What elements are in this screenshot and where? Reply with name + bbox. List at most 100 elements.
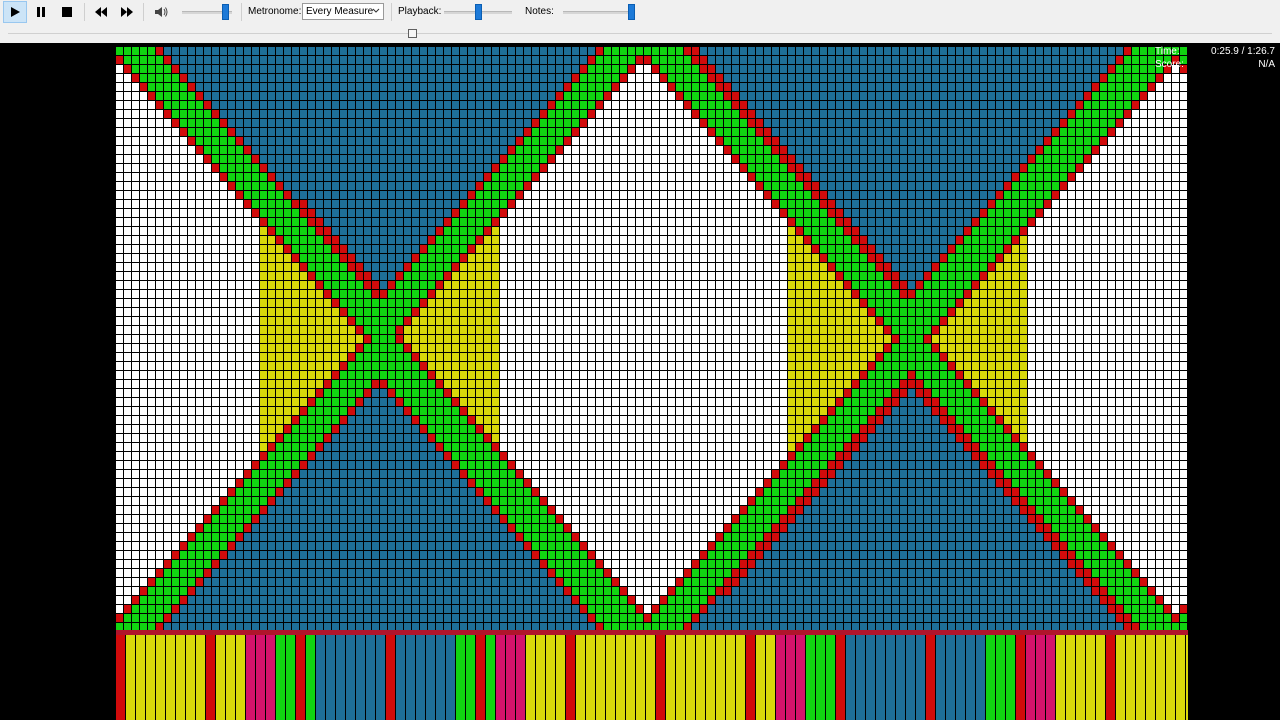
piano-key xyxy=(416,635,425,720)
piano-key xyxy=(326,635,335,720)
chevron-down-icon xyxy=(372,8,380,13)
piano-key xyxy=(976,635,985,720)
piano-keyboard xyxy=(116,630,1188,720)
piano-key xyxy=(586,635,595,720)
piano-key xyxy=(1126,635,1135,720)
piano-key xyxy=(836,635,845,720)
time-label: Time: xyxy=(1155,46,1180,57)
metronome-dropdown[interactable]: Every Measure xyxy=(302,3,384,20)
falling-notes-area xyxy=(116,47,1187,630)
toolbar-separator xyxy=(84,3,85,21)
seek-bar-track[interactable] xyxy=(8,33,1272,34)
piano-key xyxy=(1076,635,1085,720)
fast-forward-button[interactable] xyxy=(115,1,139,23)
piano-key xyxy=(1146,635,1155,720)
stop-button[interactable] xyxy=(55,1,79,23)
metronome-selected-value: Every Measure xyxy=(306,6,374,17)
piano-key xyxy=(376,635,385,720)
piano-key xyxy=(1006,635,1015,720)
play-icon xyxy=(11,7,20,17)
piano-key xyxy=(906,635,915,720)
piano-key xyxy=(716,635,725,720)
piano-key xyxy=(1026,635,1035,720)
toolbar-separator xyxy=(241,3,242,21)
piano-key xyxy=(736,635,745,720)
piano-key xyxy=(456,635,465,720)
piano-key xyxy=(1036,635,1045,720)
piano-key xyxy=(236,635,245,720)
piano-key xyxy=(396,635,405,720)
piano-key xyxy=(276,635,285,720)
piano-key xyxy=(466,635,475,720)
piano-key xyxy=(616,635,625,720)
piano-key xyxy=(286,635,295,720)
volume-slider-thumb[interactable] xyxy=(221,4,229,20)
piano-key xyxy=(1046,635,1055,720)
piano-key xyxy=(426,635,435,720)
piano-key xyxy=(786,635,795,720)
piano-key xyxy=(526,635,535,720)
notes-slider-thumb[interactable] xyxy=(628,4,635,20)
piano-key xyxy=(536,635,545,720)
piano-key xyxy=(136,635,145,720)
piano-key xyxy=(886,635,895,720)
piano-key xyxy=(306,635,315,720)
time-value: 0:25.9 / 1:26.7 xyxy=(1211,46,1275,57)
piano-key xyxy=(726,635,735,720)
seek-bar-thumb[interactable] xyxy=(408,29,417,38)
stats-hud: Time: 0:25.9 / 1:26.7 Score: N/A xyxy=(1150,45,1280,73)
piano-key xyxy=(246,635,255,720)
piano-key xyxy=(1056,635,1065,720)
pause-icon xyxy=(37,7,45,17)
volume-button[interactable] xyxy=(149,1,173,23)
piano-key xyxy=(926,635,935,720)
pause-button[interactable] xyxy=(29,1,53,23)
piano-key xyxy=(816,635,825,720)
piano-key xyxy=(606,635,615,720)
piano-key xyxy=(406,635,415,720)
notes-slider-track[interactable] xyxy=(563,11,631,14)
piano-key xyxy=(1176,635,1185,720)
piano-key xyxy=(146,635,155,720)
rewind-icon xyxy=(95,7,107,17)
piano-key xyxy=(806,635,815,720)
piano-key xyxy=(166,635,175,720)
piano-key xyxy=(356,635,365,720)
piano-key xyxy=(206,635,215,720)
piano-key xyxy=(646,635,655,720)
piano-key xyxy=(966,635,975,720)
piano-key xyxy=(666,635,675,720)
piano-key xyxy=(576,635,585,720)
play-button[interactable] xyxy=(3,1,27,23)
score-label: Score: xyxy=(1155,59,1184,70)
piano-key xyxy=(626,635,635,720)
piano-key xyxy=(866,635,875,720)
piano-key xyxy=(256,635,265,720)
fast-forward-icon xyxy=(121,7,133,17)
piano-key xyxy=(1186,635,1188,720)
piano-key xyxy=(996,635,1005,720)
piano-key xyxy=(706,635,715,720)
piano-key xyxy=(776,635,785,720)
piano-key xyxy=(686,635,695,720)
piano-key xyxy=(176,635,185,720)
piano-key xyxy=(856,635,865,720)
piano-key xyxy=(296,635,305,720)
piano-key xyxy=(126,635,135,720)
piano-key xyxy=(366,635,375,720)
piano-key xyxy=(336,635,345,720)
piano-key xyxy=(476,635,485,720)
piano-key xyxy=(846,635,855,720)
piano-key xyxy=(496,635,505,720)
rewind-button[interactable] xyxy=(89,1,113,23)
piano-key xyxy=(516,635,525,720)
piano-key xyxy=(796,635,805,720)
piano-key xyxy=(226,635,235,720)
piano-key xyxy=(486,635,495,720)
playback-slider-thumb[interactable] xyxy=(475,4,482,20)
piano-key xyxy=(506,635,515,720)
piano-key xyxy=(756,635,765,720)
piano-key xyxy=(956,635,965,720)
piano-key xyxy=(746,635,755,720)
piano-key xyxy=(1096,635,1105,720)
